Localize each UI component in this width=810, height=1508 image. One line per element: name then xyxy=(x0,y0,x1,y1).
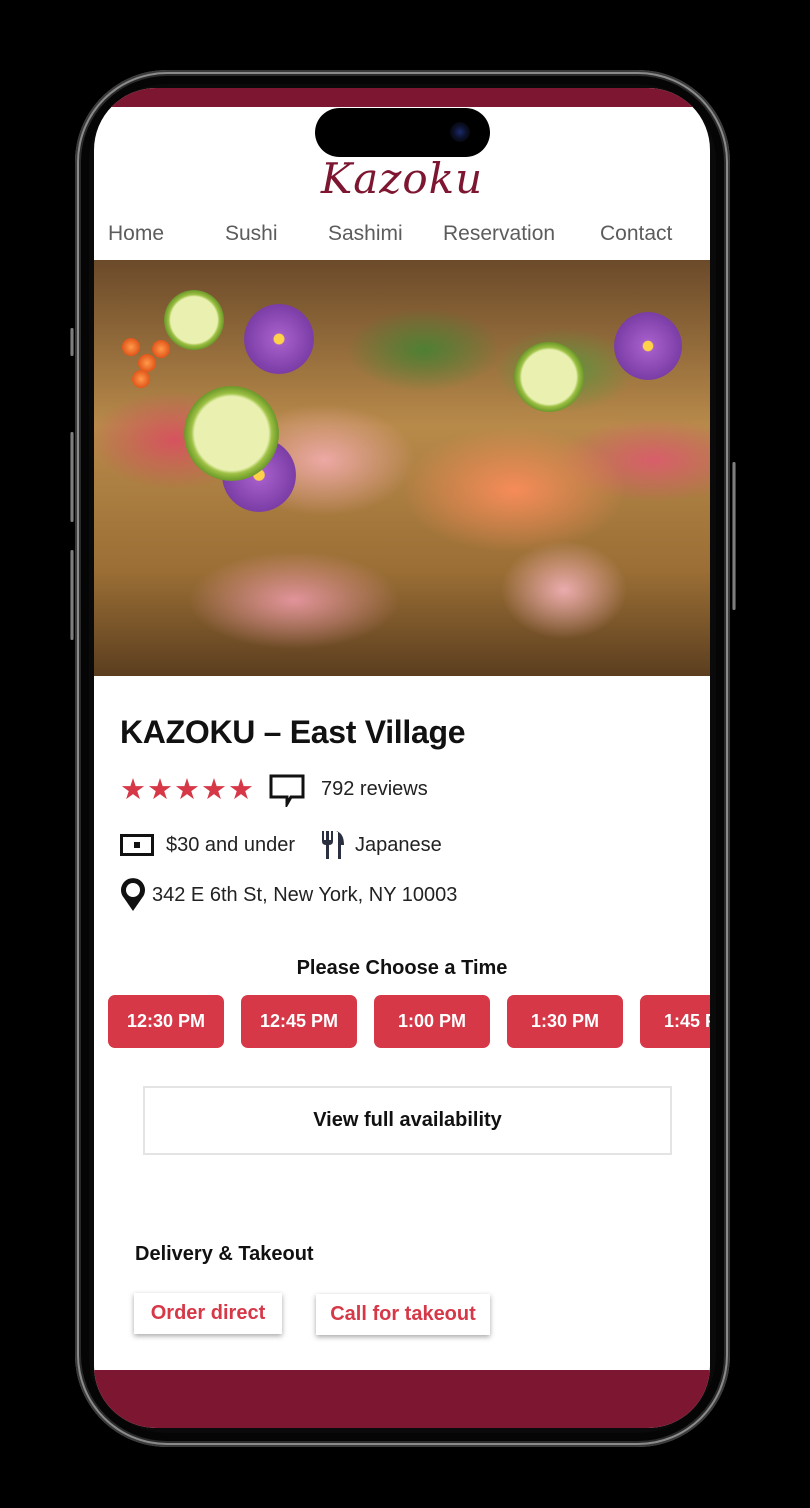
fork-knife-icon xyxy=(321,830,345,860)
choose-time-heading: Please Choose a Time xyxy=(296,957,508,979)
volume-up-button xyxy=(70,432,74,522)
address[interactable]: 342 E 6th St, New York, NY 10003 xyxy=(152,884,457,907)
camera-icon xyxy=(450,122,470,142)
flower-garnish xyxy=(244,304,314,374)
restaurant-name: KAZOKU – East Village xyxy=(120,714,466,750)
nav-item-home[interactable]: Home xyxy=(108,222,164,246)
brand-logo[interactable]: Kazoku xyxy=(94,154,710,203)
roe-garnish xyxy=(122,338,140,356)
order-direct-button[interactable]: Order direct xyxy=(134,1293,282,1334)
price-range: $30 and under xyxy=(166,833,296,856)
lime-garnish xyxy=(164,290,224,350)
delivery-heading: Delivery & Takeout xyxy=(135,1243,314,1265)
review-count[interactable]: 792 reviews xyxy=(321,778,428,801)
price-cuisine-row: $30 and under Japanese xyxy=(120,830,442,860)
roe-garnish xyxy=(132,370,150,388)
roe-garnish xyxy=(152,340,170,358)
call-for-takeout-button[interactable]: Call for takeout xyxy=(316,1294,490,1335)
time-slot-button[interactable]: 1:00 PM xyxy=(374,995,490,1048)
power-button xyxy=(732,462,736,610)
nav-item-contact[interactable]: Contact xyxy=(600,222,672,246)
flower-garnish xyxy=(614,312,682,380)
main-nav: Home Sushi Sashimi Reservation Contact xyxy=(94,222,710,252)
phone-screen: Kazoku Home Sushi Sashimi Reservation Co… xyxy=(94,88,710,1428)
time-slot-button[interactable]: 12:45 PM xyxy=(241,995,357,1048)
lime-garnish xyxy=(184,386,279,481)
time-slot-button[interactable]: 1:30 PM xyxy=(507,995,623,1048)
time-slot-button[interactable]: 12:30 PM xyxy=(108,995,224,1048)
time-slot-scroller[interactable]: 12:30 PM 12:45 PM 1:00 PM 1:30 PM 1:45 P… xyxy=(108,995,710,1048)
footer-band xyxy=(94,1370,710,1428)
nav-item-sushi[interactable]: Sushi xyxy=(225,222,278,246)
nav-item-sashimi[interactable]: Sashimi xyxy=(328,222,403,246)
money-icon xyxy=(120,834,154,856)
cuisine: Japanese xyxy=(355,833,442,856)
map-pin-icon xyxy=(120,878,146,912)
star-rating: ★★★★★ xyxy=(120,774,255,806)
address-row: 342 E 6th St, New York, NY 10003 xyxy=(120,878,457,912)
lime-garnish xyxy=(514,342,584,412)
view-full-availability-button[interactable]: View full availability xyxy=(143,1086,672,1155)
action-button xyxy=(70,328,74,356)
rating-row: ★★★★★ 792 reviews xyxy=(120,772,428,810)
dynamic-island xyxy=(315,108,490,157)
header-band xyxy=(94,88,710,107)
hero-image xyxy=(94,260,710,676)
nav-item-reservation[interactable]: Reservation xyxy=(443,222,555,246)
time-slot-button[interactable]: 1:45 PM xyxy=(640,995,710,1048)
speech-bubble-icon[interactable] xyxy=(269,773,305,810)
volume-down-button xyxy=(70,550,74,640)
